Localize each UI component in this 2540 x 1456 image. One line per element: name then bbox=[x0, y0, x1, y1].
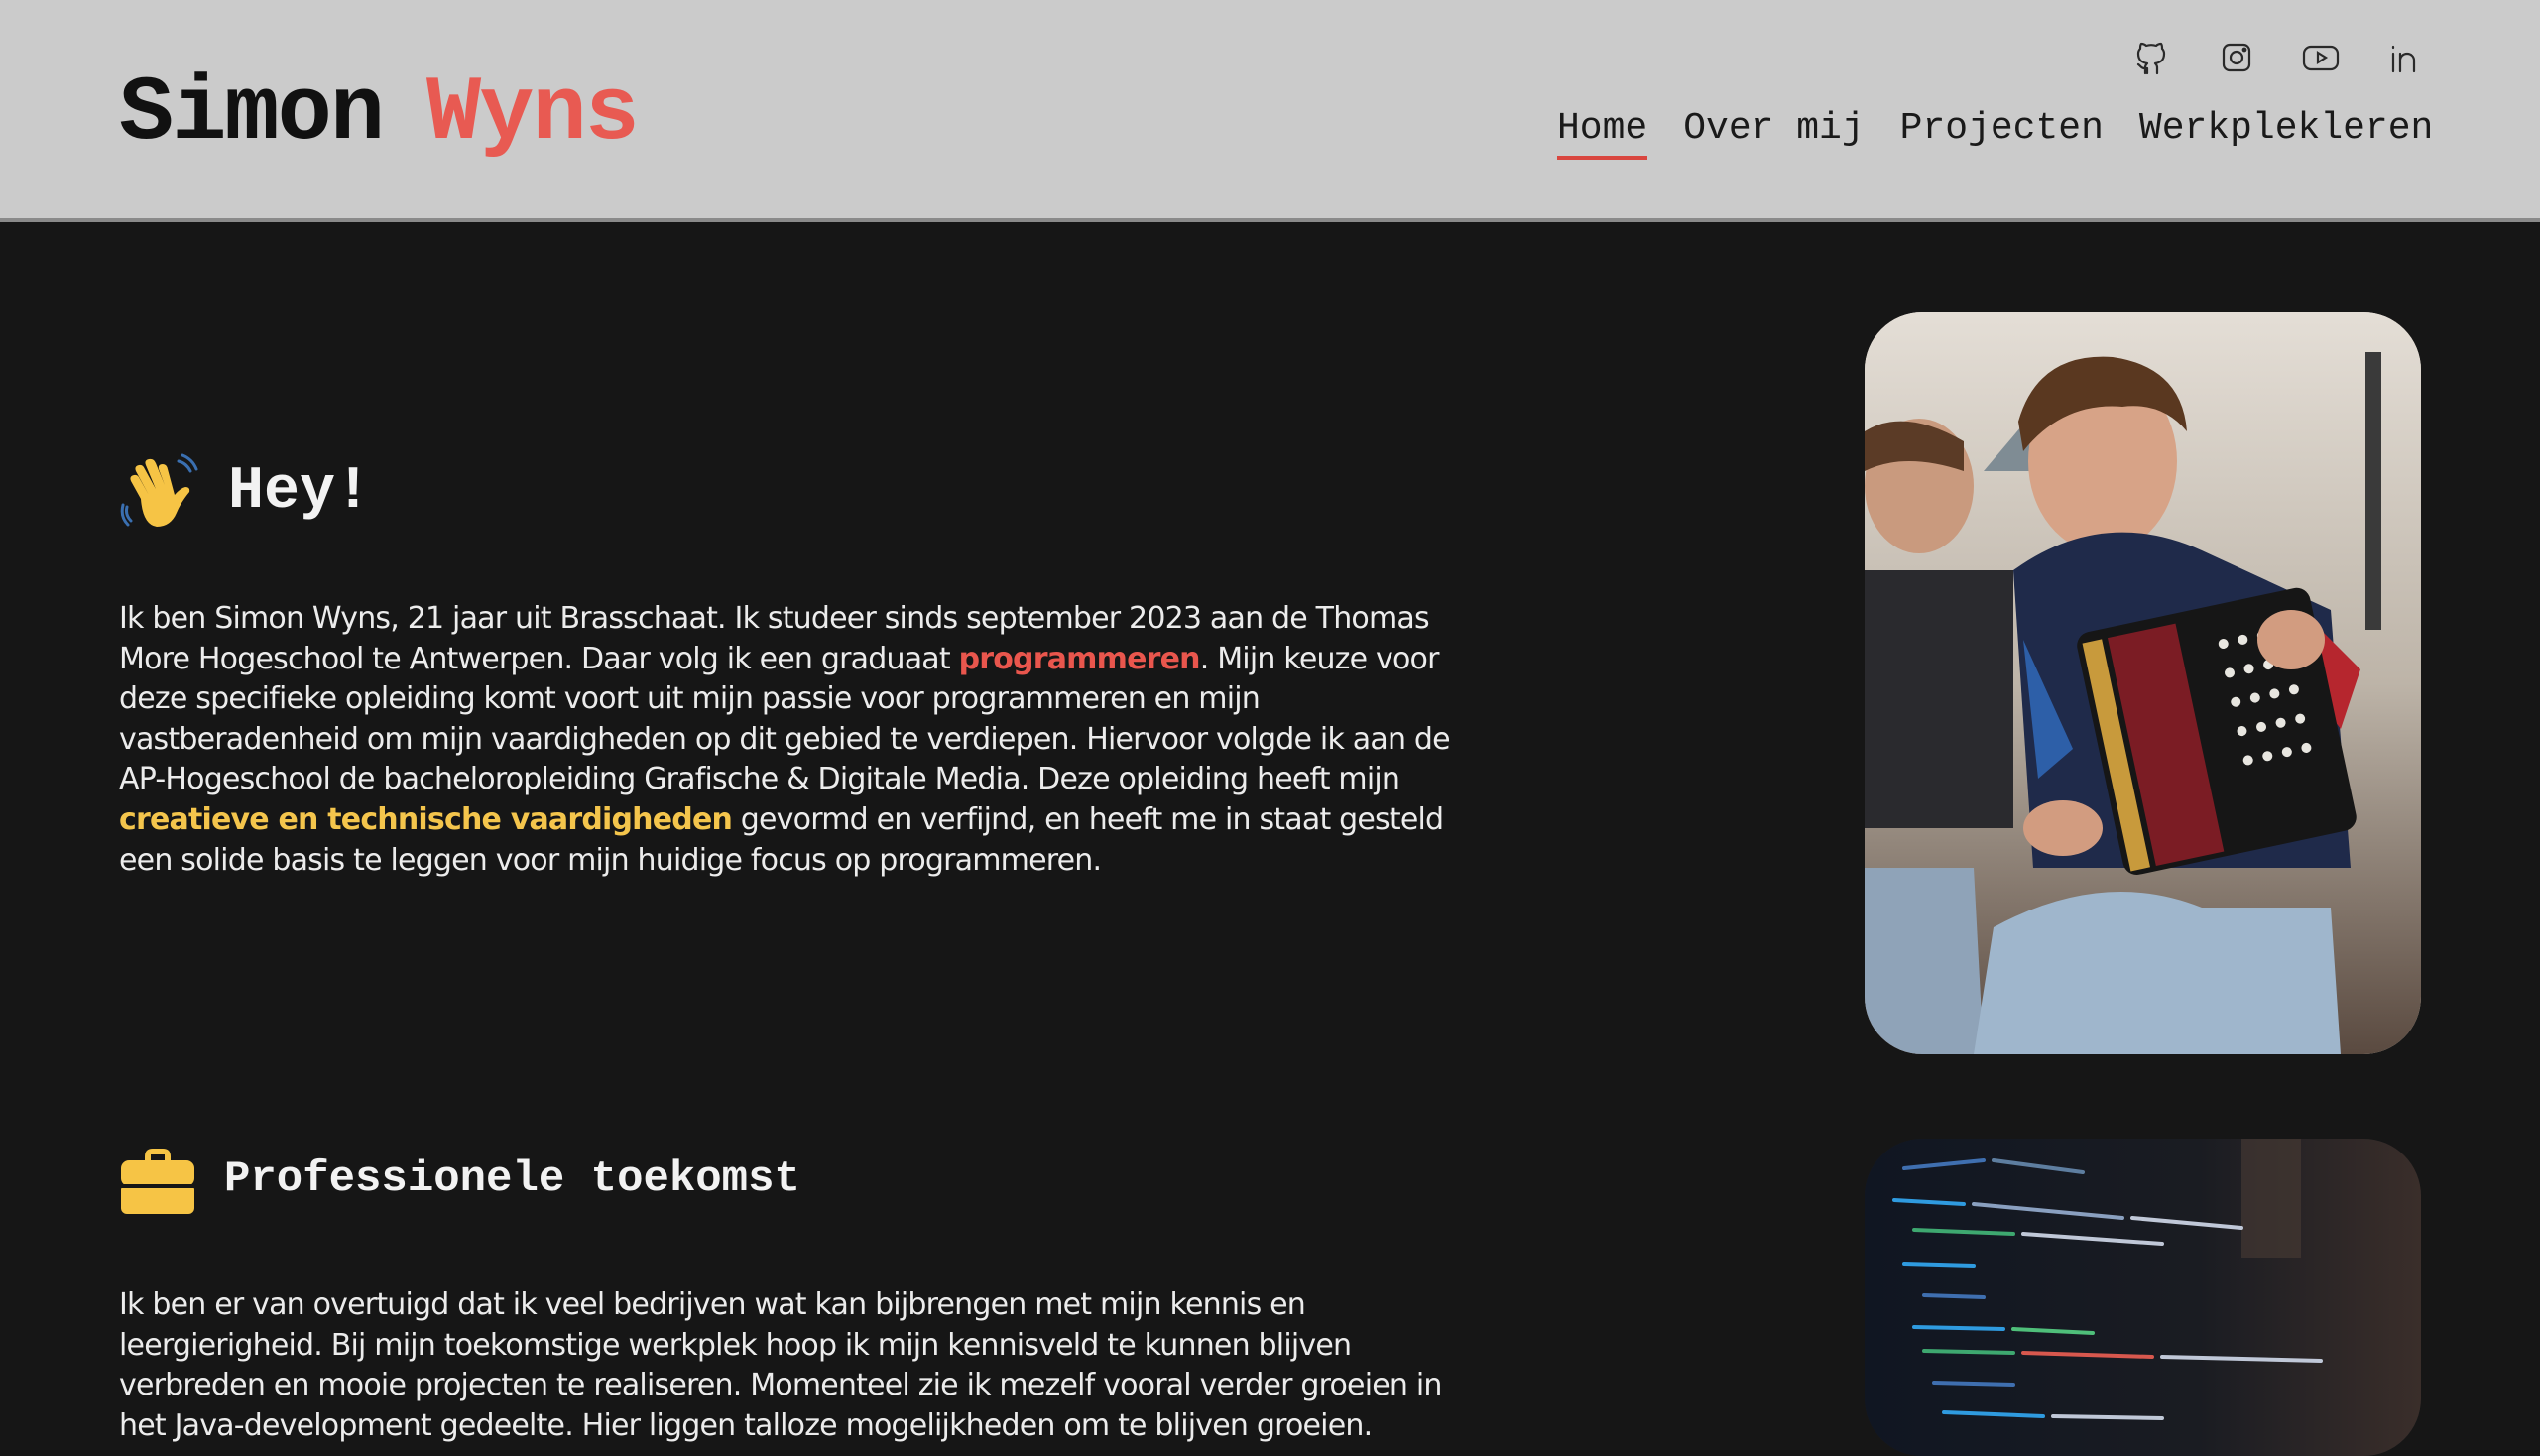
briefcase-icon bbox=[121, 1149, 194, 1214]
highlight-programmeren: programmeren bbox=[958, 641, 1201, 676]
main-nav: Home Over mij Projecten Werkplekleren bbox=[1557, 107, 2433, 160]
social-links bbox=[2132, 38, 2425, 77]
waving-hand-icon bbox=[120, 453, 198, 527]
youtube-icon[interactable] bbox=[2301, 38, 2341, 77]
github-icon[interactable] bbox=[2132, 38, 2172, 77]
nav-home[interactable]: Home bbox=[1557, 107, 1648, 160]
site-header: Simon Wyns Home Over mij Projecten Werkpl… bbox=[0, 0, 2540, 222]
intro-text: Ik ben Simon Wyns, 21 jaar uit Brasschaa… bbox=[119, 601, 1451, 878]
nav-projecten[interactable]: Projecten bbox=[1900, 107, 2104, 160]
nav-over-mij[interactable]: Over mij bbox=[1683, 107, 1864, 160]
code-photo bbox=[1865, 1139, 2421, 1456]
nav-werkplekleren[interactable]: Werkplekleren bbox=[2139, 107, 2433, 160]
highlight-vaardigheden: creatieve en technische vaardigheden bbox=[119, 801, 733, 837]
future-heading: Professionele toekomst bbox=[119, 1141, 800, 1218]
profile-photo bbox=[1865, 312, 2421, 1054]
logo-last-name: Wyns bbox=[426, 61, 640, 166]
future-text: Ik ben er van overtuigd dat ik veel bedr… bbox=[119, 1287, 1442, 1443]
instagram-icon[interactable] bbox=[2217, 38, 2256, 77]
site-logo[interactable]: Simon Wyns bbox=[119, 61, 640, 166]
linkedin-icon[interactable] bbox=[2385, 38, 2425, 77]
logo-first-name: Simon bbox=[119, 61, 385, 166]
intro-title: Hey! bbox=[228, 458, 372, 526]
future-title: Professionele toekomst bbox=[224, 1154, 800, 1204]
intro-heading: Hey! bbox=[119, 451, 371, 533]
